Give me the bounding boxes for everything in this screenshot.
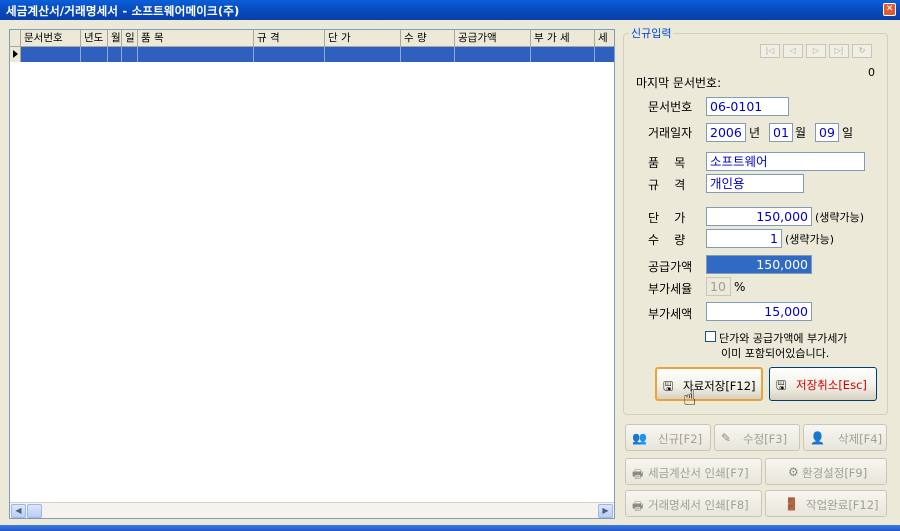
doc-no-field[interactable]: 06-0101: [706, 97, 789, 116]
doc-no-label: 문서번호: [648, 100, 693, 114]
qty-optional-note: (생략가능): [785, 233, 835, 246]
delete-button[interactable]: 👤 삭제[F4]: [803, 424, 887, 451]
col-header-supply[interactable]: 공급가액: [455, 30, 531, 47]
col-header-qty[interactable]: 수 량: [401, 30, 455, 47]
window-title: 세금계산서/거래명세서 - 소프트웨어메이크(주): [6, 4, 240, 18]
refresh-button[interactable]: ↻: [852, 44, 872, 58]
spec-field[interactable]: 개인용: [706, 174, 804, 193]
price-field[interactable]: 150,000: [706, 207, 812, 226]
col-header-docno[interactable]: 문서번호: [21, 30, 81, 47]
price-optional-note: (생략가능): [815, 211, 865, 224]
row-divider: [454, 47, 455, 62]
row-divider: [121, 47, 122, 62]
item-field[interactable]: 소프트웨어: [706, 152, 865, 171]
record-count: 0: [868, 66, 875, 79]
taskbar: [0, 525, 900, 531]
hand-cursor-icon: ☝: [683, 386, 697, 411]
edit-button[interactable]: ✎ 수정[F3]: [714, 424, 800, 451]
month-field[interactable]: 01: [769, 123, 793, 142]
col-header-spec[interactable]: 규 격: [254, 30, 325, 47]
col-header-item[interactable]: 품 목: [138, 30, 254, 47]
col-header-price[interactable]: 단 가: [325, 30, 401, 47]
year-field[interactable]: 2006: [706, 123, 746, 142]
first-record-button[interactable]: |◁: [760, 44, 780, 58]
header-corner: [10, 30, 21, 47]
vat-included-line1: 단가와 공급가액에 부가세가: [719, 332, 848, 345]
row-divider: [253, 47, 254, 62]
print-statement-label: 거래명세서 인쇄[F8]: [648, 498, 749, 512]
new-people-icon: 👥: [632, 431, 647, 445]
row-pointer-icon: [13, 50, 18, 58]
new-button-label: 신규[F2]: [658, 432, 703, 446]
print-invoice-label: 세금계산서 인쇄[F7]: [648, 466, 749, 480]
row-divider: [530, 47, 531, 62]
last-doc-label: 마지막 문서번호:: [636, 76, 722, 90]
row-divider: [400, 47, 401, 62]
item-label: 품 목: [648, 156, 686, 170]
last-record-button[interactable]: ▷|: [829, 44, 849, 58]
panel-legend: 신규입력: [629, 25, 674, 41]
current-row-indicator: [10, 47, 21, 62]
col-header-day[interactable]: 일: [122, 30, 138, 47]
floppy-cancel-icon: 🖫: [776, 378, 787, 392]
delete-button-label: 삭제[F4]: [838, 432, 883, 446]
row-divider: [594, 47, 595, 62]
prev-record-button[interactable]: ◁: [783, 44, 803, 58]
vat-label: 부가세액: [648, 307, 693, 321]
edit-icon: ✎: [721, 431, 732, 445]
vat-rate-label: 부가세율: [648, 282, 693, 296]
vat-included-checkbox[interactable]: [705, 331, 716, 342]
month-unit: 월: [795, 126, 807, 140]
grid-header: 문서번호 년도 월 일 품 목 규 격 단 가 수 량 공급가액 부 가 세 세: [10, 30, 614, 47]
printer-icon: 🖶: [632, 467, 644, 481]
scroll-right-button[interactable]: ▶: [598, 504, 613, 518]
floppy-disk-icon: 🖫: [663, 379, 674, 393]
year-unit: 년: [749, 126, 761, 140]
edit-button-label: 수정[F3]: [743, 432, 788, 446]
settings-button[interactable]: ⚙ 환경설정[F9]: [765, 458, 887, 485]
cancel-save-button-label: 저장취소[Esc]: [796, 378, 867, 392]
col-header-year[interactable]: 년도: [81, 30, 108, 47]
row-divider: [80, 47, 81, 62]
row-divider: [137, 47, 138, 62]
day-unit: 일: [842, 126, 854, 140]
col-header-tax[interactable]: 세: [595, 30, 614, 47]
title-bar: 세금계산서/거래명세서 - 소프트웨어메이크(주) ✕: [0, 0, 900, 20]
row-divider: [107, 47, 108, 62]
print-statement-button[interactable]: 🖶 거래명세서 인쇄[F8]: [625, 490, 762, 517]
delete-user-icon: 👤: [810, 431, 825, 445]
records-grid[interactable]: 문서번호 년도 월 일 품 목 규 격 단 가 수 량 공급가액 부 가 세 세…: [9, 29, 615, 519]
col-header-month[interactable]: 월: [108, 30, 122, 47]
date-label: 거래일자: [648, 126, 693, 140]
qty-field[interactable]: 1: [706, 229, 782, 248]
row-divider: [324, 47, 325, 62]
qty-label: 수 량: [648, 233, 686, 247]
supply-field[interactable]: 150,000: [706, 255, 812, 274]
day-field[interactable]: 09: [815, 123, 839, 142]
price-label: 단 가: [648, 211, 686, 225]
scroll-left-button[interactable]: ◀: [11, 504, 26, 518]
vat-rate-unit: %: [734, 280, 746, 294]
vat-field[interactable]: 15,000: [706, 302, 812, 321]
save-button[interactable]: 🖫 자료저장[F12]: [655, 367, 763, 401]
table-row[interactable]: [10, 47, 614, 62]
supply-label: 공급가액: [648, 260, 693, 274]
scroll-thumb[interactable]: [27, 504, 42, 518]
finish-button[interactable]: 🚪 작업완료[F12]: [765, 490, 887, 517]
finish-button-label: 작업완료[F12]: [806, 498, 879, 512]
printer-icon: 🖶: [632, 499, 644, 513]
spec-label: 규 격: [648, 178, 686, 192]
new-button[interactable]: 👥 신규[F2]: [625, 424, 711, 451]
close-button[interactable]: ✕: [883, 3, 896, 16]
next-record-button[interactable]: ▷: [806, 44, 826, 58]
settings-button-label: 환경설정[F9]: [802, 466, 868, 480]
col-header-vat[interactable]: 부 가 세: [531, 30, 595, 47]
horizontal-scrollbar[interactable]: ◀ ▶: [10, 502, 614, 518]
door-exit-icon: 🚪: [784, 497, 799, 511]
settings-tools-icon: ⚙: [788, 465, 799, 479]
vat-included-line2: 이미 포함되어있습니다.: [721, 347, 830, 360]
cancel-save-button[interactable]: 🖫 저장취소[Esc]: [769, 367, 877, 401]
vat-rate-field: 10: [706, 277, 731, 296]
print-invoice-button[interactable]: 🖶 세금계산서 인쇄[F7]: [625, 458, 762, 485]
